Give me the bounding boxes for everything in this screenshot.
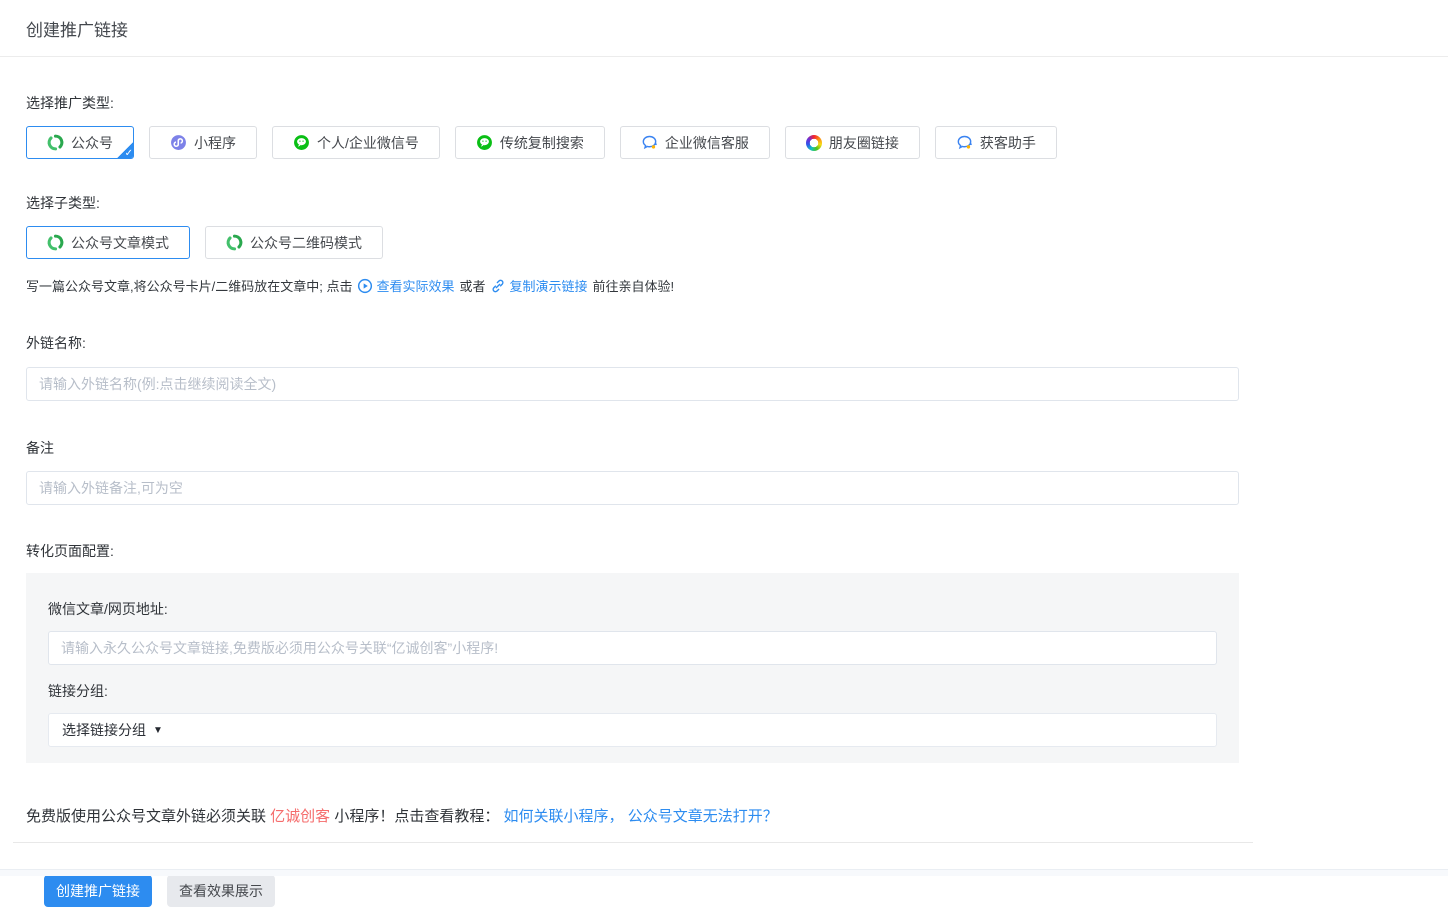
miniprogram-icon bbox=[170, 134, 187, 151]
link-name-input[interactable] bbox=[26, 367, 1239, 401]
article-url-input[interactable] bbox=[48, 631, 1217, 665]
conversion-config-panel: 微信文章/网页地址: 链接分组: 选择链接分组 ▼ bbox=[26, 573, 1239, 763]
remark-input[interactable] bbox=[26, 471, 1239, 505]
notice-brand-highlight: 亿诚创客 bbox=[270, 808, 330, 825]
promo-type-option-label: 获客助手 bbox=[980, 133, 1036, 153]
tip-suffix: 前往亲自体验! bbox=[593, 276, 675, 295]
page-header: 创建推广链接 bbox=[0, 0, 1448, 57]
tip-middle: 或者 bbox=[459, 276, 485, 295]
sub-type-option-label: 公众号文章模式 bbox=[71, 233, 169, 253]
promo-type-option-label: 公众号 bbox=[71, 133, 113, 153]
notice-part1: 免费版使用公众号文章外链必须关联 bbox=[26, 808, 270, 825]
moments-icon bbox=[806, 135, 822, 151]
promo-type-option[interactable]: 传统复制搜索 bbox=[455, 126, 605, 159]
form-content: 选择推广类型: 公众号✓ 小程序 个人/企业微信号 传统复制搜索 企业微信客服 朋友圈链接… bbox=[0, 93, 1448, 907]
wecom-chat-icon bbox=[641, 134, 658, 151]
sub-type-option[interactable]: 公众号二维码模式 bbox=[205, 226, 383, 259]
sub-type-option-label: 公众号二维码模式 bbox=[250, 233, 362, 253]
promo-type-label: 选择推广类型: bbox=[26, 93, 1448, 113]
promo-type-option-label: 传统复制搜索 bbox=[500, 133, 584, 153]
tutorial-link[interactable]: 如何关联小程序， 公众号文章无法打开？ bbox=[504, 808, 778, 825]
copy-demo-link[interactable]: 复制演示链接 bbox=[490, 276, 587, 295]
promo-type-option[interactable]: 个人/企业微信号 bbox=[272, 126, 440, 159]
link-group-label: 链接分组: bbox=[48, 681, 1217, 701]
tip-prefix: 写一篇公众号文章,将公众号卡片/二维码放在文章中; 点击 bbox=[26, 276, 352, 295]
conversion-config-label: 转化页面配置: bbox=[26, 541, 1448, 561]
chevron-down-icon: ▼ bbox=[153, 725, 163, 736]
section-divider bbox=[13, 842, 1253, 843]
promo-type-option-label: 朋友圈链接 bbox=[829, 133, 899, 153]
promo-type-option-label: 企业微信客服 bbox=[665, 133, 749, 153]
promo-type-option[interactable]: 公众号✓ bbox=[26, 126, 134, 159]
view-effect-link-label: 查看实际效果 bbox=[376, 276, 454, 295]
view-effect-link[interactable]: 查看实际效果 bbox=[357, 276, 454, 295]
sub-type-button-row: 公众号文章模式 公众号二维码模式 bbox=[26, 226, 1448, 259]
page-bottom-edge bbox=[0, 869, 1448, 876]
promo-type-option[interactable]: 小程序 bbox=[149, 126, 257, 159]
promo-type-option-label: 小程序 bbox=[194, 133, 236, 153]
create-link-button[interactable]: 创建推广链接 bbox=[44, 875, 152, 907]
wechat-icon bbox=[293, 134, 310, 151]
wechat-icon bbox=[476, 134, 493, 151]
wechat-official-account-icon bbox=[47, 134, 64, 151]
notice-part2: 小程序！点击查看教程： bbox=[334, 808, 499, 825]
remark-label: 备注 bbox=[26, 438, 1448, 458]
page-title: 创建推广链接 bbox=[26, 16, 128, 41]
sub-type-label: 选择子类型: bbox=[26, 193, 1448, 213]
view-effect-demo-button[interactable]: 查看效果展示 bbox=[167, 875, 275, 907]
selected-check-icon: ✓ bbox=[116, 141, 134, 159]
action-button-row: 创建推广链接 查看效果展示 bbox=[44, 875, 1448, 907]
promo-type-option[interactable]: 企业微信客服 bbox=[620, 126, 770, 159]
promo-type-option-label: 个人/企业微信号 bbox=[317, 133, 419, 153]
promo-type-option[interactable]: 获客助手 bbox=[935, 126, 1057, 159]
promo-type-option[interactable]: 朋友圈链接 bbox=[785, 126, 920, 159]
sub-type-option[interactable]: 公众号文章模式 bbox=[26, 226, 190, 259]
link-group-selected-value: 选择链接分组 bbox=[62, 720, 146, 740]
wecom-chat-icon bbox=[956, 134, 973, 151]
copy-demo-link-label: 复制演示链接 bbox=[509, 276, 587, 295]
link-chain-icon bbox=[490, 278, 506, 294]
article-url-label: 微信文章/网页地址: bbox=[48, 599, 1217, 619]
link-group-select[interactable]: 选择链接分组 ▼ bbox=[48, 713, 1217, 747]
sub-type-help-text: 写一篇公众号文章,将公众号卡片/二维码放在文章中; 点击 查看实际效果 或者 复… bbox=[26, 276, 1448, 295]
wechat-official-account-icon bbox=[47, 234, 64, 251]
link-name-label: 外链名称: bbox=[26, 333, 1448, 353]
wechat-official-account-icon bbox=[226, 234, 243, 251]
free-version-notice: 免费版使用公众号文章外链必须关联 亿诚创客 小程序！点击查看教程： 如何关联小程… bbox=[26, 805, 1448, 826]
promo-type-button-row: 公众号✓ 小程序 个人/企业微信号 传统复制搜索 企业微信客服 朋友圈链接 获客助手 bbox=[26, 126, 1448, 159]
play-circle-icon bbox=[357, 278, 373, 294]
